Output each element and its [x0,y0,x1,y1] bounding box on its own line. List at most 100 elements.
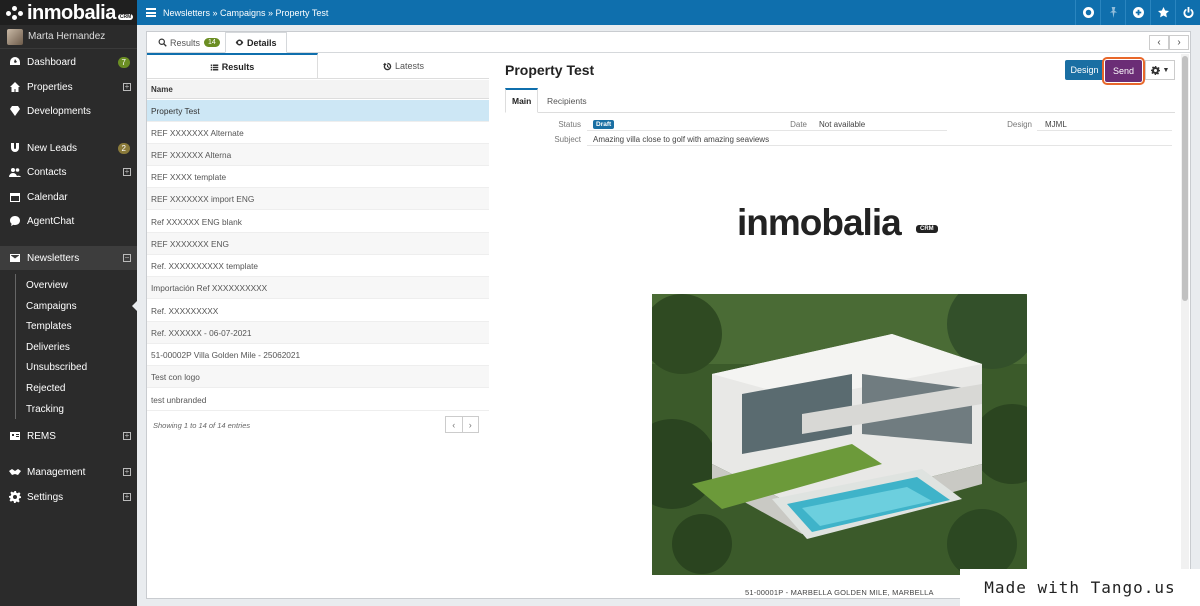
send-button[interactable]: Send [1102,57,1145,85]
table-row[interactable]: REF XXXX template [147,166,489,188]
actions-dropdown-button[interactable]: ▼ [1145,60,1175,80]
chevron-left-icon: ‹ [1157,37,1161,48]
subtab-latests[interactable]: Latests [318,53,489,79]
expand-icon[interactable]: + [123,432,131,440]
date-value: Not available [819,120,866,129]
expand-icon[interactable]: + [123,468,131,476]
logo-dots-icon [6,5,24,20]
user-profile[interactable]: Marta Hernandez [0,25,137,49]
avatar [7,28,23,45]
divider [587,130,947,131]
table-row[interactable]: REF XXXXXXX import ENG [147,188,489,210]
magnet-icon [8,142,21,154]
table-row[interactable]: Ref XXXXXX ENG blank [147,211,489,233]
sidebar-item-agentchat[interactable]: AgentChat [0,209,137,233]
submenu-deliveries[interactable]: Deliveries [0,337,137,357]
sidebar-item-developments[interactable]: Developments [0,99,137,123]
sidebar: inmobalia CRM Marta Hernandez Dashboard … [0,0,137,606]
tab-main[interactable]: Main [505,88,539,113]
pin-icon [1109,7,1117,18]
date-label: Date [790,120,807,129]
top-icons [1075,0,1200,25]
sidebar-item-management[interactable]: Management + [0,460,137,484]
table-row[interactable]: test unbranded [147,389,489,411]
tab-details[interactable]: Details [225,32,287,53]
sidebar-item-label: AgentChat [27,215,75,227]
sidebar-item-label: Management [27,466,86,478]
history-icon [382,62,392,70]
sidebar-item-rems[interactable]: REMS + [0,424,137,448]
divider [1037,130,1172,131]
tango-watermark: Made with Tango.us [960,569,1200,606]
gear-icon [1150,65,1160,75]
submenu-rejected[interactable]: Rejected [0,378,137,398]
submenu-unsubscribed[interactable]: Unsubscribed [0,357,137,377]
list-icon [210,64,218,70]
gear-icon [8,491,21,503]
scrollbar-thumb[interactable] [1182,56,1188,301]
favorites-button[interactable] [1150,0,1175,25]
sidebar-item-label: Properties [27,81,73,93]
next-page-button[interactable]: › [463,417,479,432]
caret-down-icon: ▼ [1162,66,1170,74]
support-button[interactable] [1075,0,1100,25]
next-record-button[interactable]: › [1169,35,1189,50]
submenu-overview[interactable]: Overview [0,275,137,295]
table-row[interactable]: REF XXXXXXX Alternate [147,122,489,144]
notifications-button[interactable] [1100,0,1125,25]
sidebar-item-settings[interactable]: Settings + [0,485,137,509]
design-button[interactable]: Design [1065,60,1104,80]
newsletter-logo-badge: CRM [916,225,938,233]
submenu-templates[interactable]: Templates [0,316,137,336]
submenu-tracking[interactable]: Tracking [0,399,137,419]
main-panel: Results 14 Details ‹ › Results Latests N… [146,31,1191,599]
previous-record-button[interactable]: ‹ [1149,35,1169,50]
tab-results[interactable]: Results 14 [149,32,229,53]
sidebar-item-dashboard[interactable]: Dashboard 7 [0,50,137,74]
sidebar-item-properties[interactable]: Properties + [0,75,137,99]
table-row[interactable]: REF XXXXXXX ENG [147,233,489,255]
sidebar-item-label: Contacts [27,166,67,178]
property-photo [652,294,1027,575]
dashboard-icon [8,56,21,68]
list-pagination: ‹ › [445,416,479,433]
sidebar-item-contacts[interactable]: Contacts + [0,160,137,184]
table-row[interactable]: Property Test [147,100,489,122]
divider [587,145,1172,146]
calendar-icon [8,191,21,203]
villa-image [652,294,1027,575]
sidebar-item-calendar[interactable]: Calendar [0,185,137,209]
table-row[interactable]: Ref. XXXXXXXXX [147,300,489,322]
expand-icon[interactable]: + [123,83,131,91]
sidebar-item-newsletters[interactable]: Newsletters − [0,246,137,270]
logout-button[interactable] [1175,0,1200,25]
tab-details-label: Details [247,37,277,48]
table-row[interactable]: Test con logo [147,366,489,388]
expand-icon[interactable]: + [123,493,131,501]
add-button[interactable] [1125,0,1150,25]
top-bar: Newsletters » Campaigns » Property Test [137,0,1200,25]
newsletter-logo: inmobalia [737,202,902,243]
table-row[interactable]: 51-00002P Villa Golden Mile - 25062021 [147,344,489,366]
previous-page-button[interactable]: ‹ [446,417,463,432]
table-row[interactable]: Ref. XXXXXXXXXX template [147,255,489,277]
sidebar-item-label: New Leads [27,142,78,154]
sidebar-item-new-leads[interactable]: New Leads 2 [0,136,137,160]
property-caption: 51-00001P - MARBELLA GOLDEN MILE, MARBEL… [745,588,934,597]
panel-tabs: Results 14 Details ‹ › [147,32,1190,53]
table-row[interactable]: Ref. XXXXXX - 06-07-2021 [147,322,489,344]
brand-crm-badge: CRM [117,13,134,20]
brand-logo[interactable]: inmobalia CRM [0,0,137,25]
tab-recipients[interactable]: Recipients [541,88,593,113]
subtab-results[interactable]: Results [147,53,318,79]
sidebar-item-label: REMS [27,430,56,442]
table-row[interactable]: REF XXXXXX Alterna [147,144,489,166]
submenu-campaigns[interactable]: Campaigns [0,296,137,316]
list-subtabs: Results Latests [147,53,489,79]
expand-icon[interactable]: + [123,168,131,176]
collapse-icon[interactable]: − [123,254,131,262]
table-row[interactable]: Importación Ref XXXXXXXXXX [147,277,489,299]
column-header-name[interactable]: Name [147,80,489,99]
menu-toggle-icon[interactable] [146,8,156,17]
power-icon [1182,7,1194,18]
